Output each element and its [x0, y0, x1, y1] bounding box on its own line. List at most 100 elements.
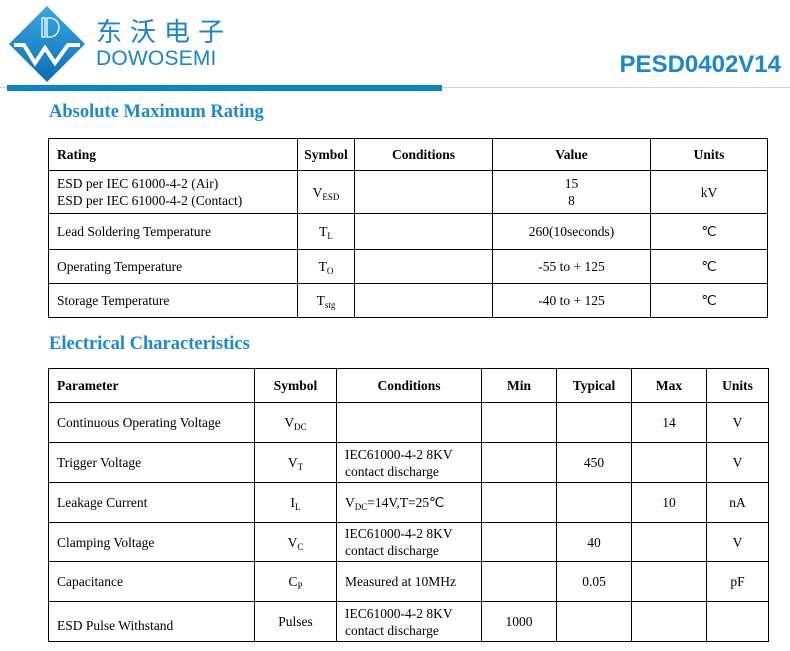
rating-line: ESD per IEC 61000-4-2 (Contact)	[57, 193, 243, 208]
table-row: Continuous Operating Voltage VDC 14 V	[48, 402, 769, 443]
header-units: Units	[650, 138, 768, 171]
parameter-cell: Capacitance	[48, 561, 255, 602]
min-cell	[481, 522, 557, 562]
header-typical: Typical	[556, 368, 632, 403]
conditions-cell	[354, 213, 493, 250]
units-cell: ℃	[650, 283, 768, 318]
symbol-cell: VT	[254, 442, 337, 483]
rating-cell: ESD per IEC 61000-4-2 (Air) ESD per IEC …	[48, 170, 298, 214]
conditions-line: IEC61000-4-2 8KV	[345, 605, 453, 621]
symbol-cell: TL	[297, 213, 355, 250]
conditions-cell: VDC=14V,T=25℃	[336, 482, 482, 523]
parameter-cell: Continuous Operating Voltage	[48, 402, 255, 443]
units-cell: kV	[650, 170, 768, 214]
conditions-line: contact discharge	[345, 543, 439, 558]
typical-cell: 450	[556, 442, 632, 483]
symbol-cell: Tstg	[297, 283, 355, 318]
symbol-cell: TO	[297, 249, 355, 284]
conditions-line: contact discharge	[345, 463, 439, 479]
parameter-cell: ESD Pulse Withstand	[48, 601, 255, 642]
value-cell: 15 8	[492, 170, 651, 214]
typical-cell	[556, 482, 632, 523]
abs-max-table: Rating Symbol Conditions Value Units ESD…	[48, 138, 768, 318]
header-symbol: Symbol	[297, 138, 355, 171]
header-conditions: Conditions	[354, 138, 493, 171]
table-row: Storage Temperature Tstg -40 to + 125 ℃	[48, 283, 768, 318]
value-cell: 260(10seconds)	[492, 213, 651, 250]
parameter-cell: Leakage Current	[48, 482, 255, 523]
min-cell	[481, 561, 557, 602]
units-cell: V	[706, 402, 769, 443]
units-cell: V	[706, 522, 769, 562]
table-header-row: Rating Symbol Conditions Value Units	[48, 138, 768, 171]
rating-cell: Lead Soldering Temperature	[48, 213, 298, 250]
symbol-cell: VDC	[254, 402, 337, 443]
table-row: ESD Pulse Withstand Pulses IEC61000-4-2 …	[48, 601, 769, 642]
conditions-cell	[354, 283, 493, 318]
rating-cell: Storage Temperature	[48, 283, 298, 318]
header-parameter: Parameter	[48, 368, 255, 403]
typical-cell: 40	[556, 522, 632, 562]
table-header-row: Parameter Symbol Conditions Min Typical …	[48, 368, 769, 403]
header-max: Max	[631, 368, 707, 403]
min-cell	[481, 442, 557, 483]
conditions-cell	[336, 402, 482, 443]
units-cell: ℃	[650, 249, 768, 284]
header-symbol: Symbol	[254, 368, 337, 403]
header-min: Min	[481, 368, 557, 403]
max-cell	[631, 522, 707, 562]
typical-cell	[556, 601, 632, 642]
rating-line: ESD per IEC 61000-4-2 (Air)	[57, 176, 219, 191]
symbol-cell: CP	[254, 561, 337, 602]
value-line: 15	[564, 176, 579, 191]
abs-max-title: Absolute Maximum Rating	[49, 102, 264, 122]
conditions-line: IEC61000-4-2 8KV	[345, 446, 453, 462]
max-cell	[631, 561, 707, 602]
conditions-cell	[354, 249, 493, 284]
conditions-cell: IEC61000-4-2 8KV contact discharge	[336, 522, 482, 562]
conditions-cell	[354, 170, 493, 214]
header-conditions: Conditions	[336, 368, 482, 403]
parameter-cell: Clamping Voltage	[48, 522, 255, 562]
dowosemi-logo-icon	[9, 6, 85, 82]
header-units: Units	[706, 368, 769, 403]
max-cell	[631, 601, 707, 642]
conditions-cell: IEC61000-4-2 8KV contact discharge	[336, 442, 482, 483]
parameter-cell: Trigger Voltage	[48, 442, 255, 483]
brand-name-chinese: 东沃电子	[96, 18, 233, 48]
max-cell	[631, 442, 707, 483]
table-row: Capacitance CP Measured at 10MHz 0.05 pF	[48, 561, 769, 602]
value-cell: -55 to + 125	[492, 249, 651, 284]
part-number: PESD0402V14	[619, 51, 781, 78]
table-row: Leakage Current IL VDC=14V,T=25℃ 10 nA	[48, 482, 769, 523]
value-cell: -40 to + 125	[492, 283, 651, 318]
symbol-cell: IL	[254, 482, 337, 523]
units-cell: nA	[706, 482, 769, 523]
table-row: Operating Temperature TO -55 to + 125 ℃	[48, 249, 768, 284]
table-row: Trigger Voltage VT IEC61000-4-2 8KV cont…	[48, 442, 769, 483]
max-cell: 14	[631, 402, 707, 443]
electrical-table: Parameter Symbol Conditions Min Typical …	[48, 368, 769, 642]
table-row: ESD per IEC 61000-4-2 (Air) ESD per IEC …	[48, 170, 768, 214]
symbol-cell: Pulses	[254, 601, 337, 642]
units-cell: pF	[706, 561, 769, 602]
table-row: Lead Soldering Temperature TL 260(10seco…	[48, 213, 768, 250]
max-cell: 10	[631, 482, 707, 523]
header-accent-bar	[7, 85, 442, 91]
min-cell	[481, 402, 557, 443]
conditions-cell: IEC61000-4-2 8KV contact discharge	[336, 601, 482, 642]
symbol-cell: VC	[254, 522, 337, 562]
rating-cell: Operating Temperature	[48, 249, 298, 284]
min-cell: 1000	[481, 601, 557, 642]
electrical-title: Electrical Characteristics	[49, 334, 250, 354]
units-cell	[706, 601, 769, 642]
conditions-line: IEC61000-4-2 8KV	[345, 526, 453, 541]
typical-cell	[556, 402, 632, 443]
value-line: 8	[568, 193, 575, 208]
min-cell	[481, 482, 557, 523]
brand-name-english: DOWOSEMI	[96, 47, 217, 70]
units-cell: ℃	[650, 213, 768, 250]
header-rating: Rating	[48, 138, 298, 171]
conditions-line: contact discharge	[345, 622, 439, 638]
symbol-cell: VESD	[297, 170, 355, 214]
